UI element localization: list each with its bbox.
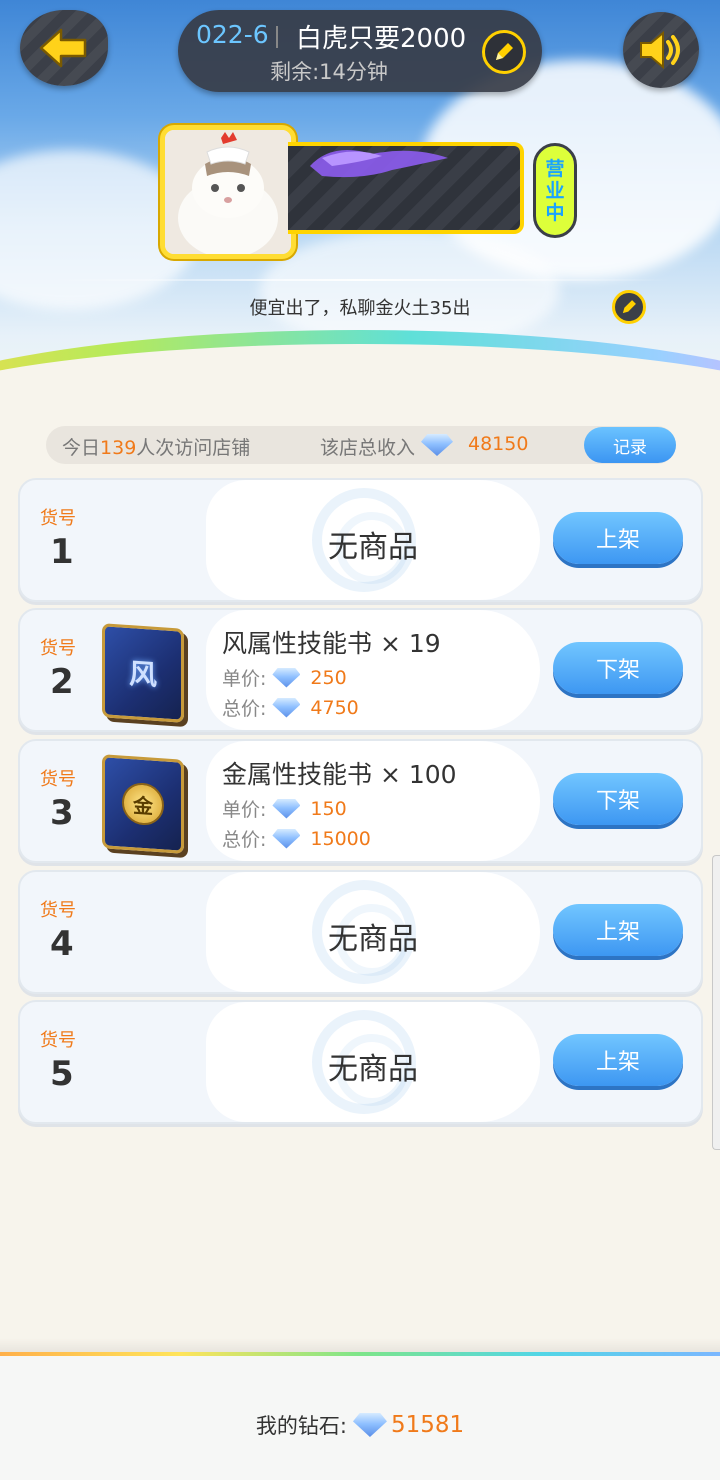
slot-number: 5 — [50, 1054, 74, 1094]
diamond-icon — [272, 697, 301, 718]
remaining-label: 剩余: — [270, 60, 320, 84]
slot-number-label: 货号 — [40, 769, 76, 790]
shop-title-panel: 022-6 白虎只要2000 剩余:14分钟 — [178, 10, 542, 92]
footer-bar: 我的钻石: 51581 — [0, 1352, 720, 1480]
scrollbar[interactable] — [712, 855, 720, 1150]
shop-slot-2: 货号 2 风 风属性技能书 × 19 单价: 250 总价: 4750 下架 — [18, 608, 703, 732]
unit-price-label: 单价: — [222, 799, 267, 821]
total-price-label: 总价: — [222, 829, 267, 851]
rainbow-divider — [0, 1352, 720, 1356]
slot-number: 4 — [50, 924, 74, 964]
diamond-icon — [272, 798, 301, 819]
slot-number-label: 货号 — [40, 900, 76, 921]
edit-announcement-button[interactable] — [612, 290, 646, 324]
shop-slot-4: 货号 4 无商品 上架 — [18, 870, 703, 994]
slot-number-label: 货号 — [40, 508, 76, 529]
total-price-row: 总价: 15000 — [222, 825, 371, 852]
visits-suffix: 人次访问店铺 — [136, 437, 251, 459]
visits-count: 139 — [100, 437, 137, 459]
diamond-icon — [272, 828, 301, 849]
my-diamond-label: 我的钻石: — [255, 1414, 347, 1438]
delist-item-button[interactable]: 下架 — [553, 642, 683, 694]
item-name: 金属性技能书 × 100 — [222, 760, 457, 789]
header-divider — [48, 279, 672, 281]
list-item-button[interactable]: 上架 — [553, 512, 683, 564]
my-diamond-balance: 我的钻石: 51581 — [0, 1410, 720, 1440]
back-button[interactable] — [20, 10, 108, 86]
income-value: 48150 — [468, 433, 529, 455]
slot-number-label: 货号 — [40, 1030, 76, 1051]
income-label-text: 该店总收入 — [320, 437, 416, 459]
total-price-value: 15000 — [310, 827, 371, 850]
shop-slot-1: 货号 1 无商品 上架 — [18, 478, 703, 602]
item-name: 风属性技能书 × 19 — [222, 629, 441, 658]
empty-slot-text: 无商品 — [328, 530, 418, 565]
shop-stats-bar: 今日139人次访问店铺 该店总收入 48150 记录 — [46, 426, 676, 464]
slot-number: 3 — [50, 793, 74, 833]
wing-emblem-icon — [310, 150, 448, 178]
cat-avatar-image — [165, 130, 291, 254]
list-item-button[interactable]: 上架 — [553, 1034, 683, 1086]
diamond-icon — [272, 667, 301, 688]
item-glyph: 金 — [133, 792, 153, 819]
metal-skill-book-icon[interactable]: 金 — [102, 754, 184, 854]
list-item-button[interactable]: 上架 — [553, 904, 683, 956]
status-char: 营 — [545, 157, 565, 180]
diamond-icon — [352, 1413, 387, 1437]
status-char: 中 — [545, 201, 565, 224]
owner-avatar[interactable] — [160, 125, 296, 259]
unit-price-value: 250 — [310, 666, 347, 689]
edit-shop-name-button[interactable] — [482, 30, 526, 74]
visit-count-text: 今日139人次访问店铺 — [62, 433, 250, 460]
my-diamond-value: 51581 — [390, 1412, 465, 1438]
divider — [276, 26, 278, 48]
shop-slot-3: 货号 3 金 金属性技能书 × 100 单价: 150 总价: 15000 下架 — [18, 739, 703, 863]
wind-skill-book-icon[interactable]: 风 — [102, 623, 184, 723]
shop-slot-5: 货号 5 无商品 上架 — [18, 1000, 703, 1124]
total-price-value: 4750 — [310, 696, 359, 719]
speaker-icon — [640, 30, 680, 70]
rainbow-arc — [0, 330, 720, 420]
owner-name-plate — [288, 142, 524, 234]
shop-code: 022-6 — [196, 20, 269, 49]
footer-shadow — [0, 1338, 720, 1352]
open-status-badge: 营 业 中 — [533, 143, 577, 238]
slot-number: 2 — [50, 662, 74, 702]
slot-number: 1 — [50, 532, 74, 572]
delist-item-button[interactable]: 下架 — [553, 773, 683, 825]
total-price-row: 总价: 4750 — [222, 694, 359, 721]
gold-emblem-icon: 金 — [122, 781, 164, 827]
record-button[interactable]: 记录 — [584, 427, 676, 463]
unit-price-value: 150 — [310, 797, 347, 820]
slot-number-label: 货号 — [40, 638, 76, 659]
diamond-icon — [421, 434, 454, 456]
remaining-value: 14分钟 — [319, 60, 388, 84]
item-glyph: 风 — [128, 657, 157, 692]
pencil-icon — [622, 300, 636, 314]
arrow-left-icon — [39, 28, 87, 68]
shop-name: 白虎只要2000 — [296, 24, 467, 54]
income-label: 该店总收入 — [320, 433, 454, 460]
pencil-icon — [496, 43, 513, 60]
status-char: 业 — [545, 179, 565, 202]
sound-toggle-button[interactable] — [623, 12, 699, 88]
empty-slot-text: 无商品 — [328, 1052, 418, 1087]
remaining-time: 剩余:14分钟 — [178, 56, 480, 86]
unit-price-label: 单价: — [222, 668, 267, 690]
total-price-label: 总价: — [222, 698, 267, 720]
empty-slot-text: 无商品 — [328, 922, 418, 957]
visits-prefix: 今日 — [62, 437, 101, 459]
unit-price-row: 单价: 150 — [222, 795, 347, 822]
unit-price-row: 单价: 250 — [222, 664, 347, 691]
